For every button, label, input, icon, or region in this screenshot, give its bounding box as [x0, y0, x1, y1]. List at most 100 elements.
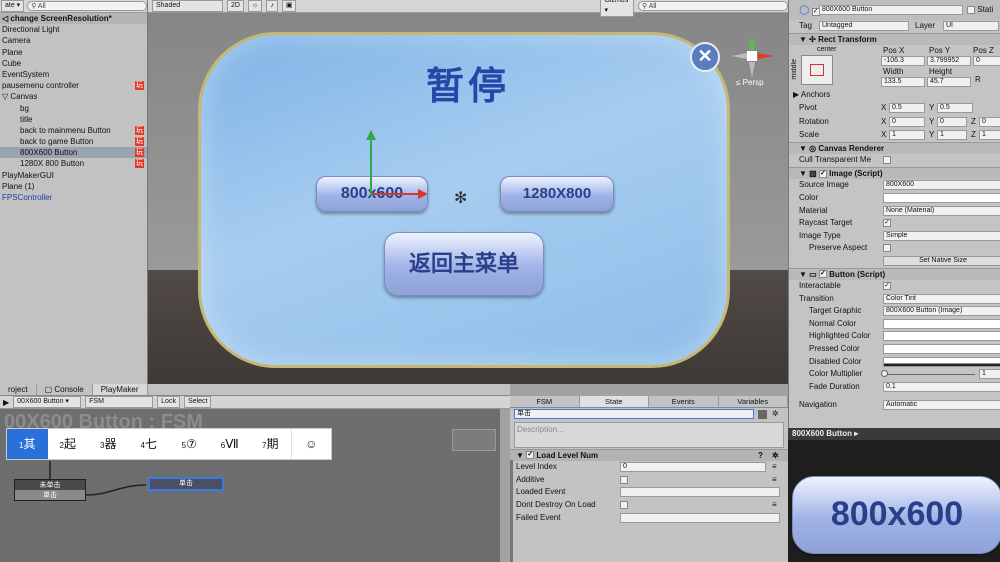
fsm-dropdown[interactable]: FSM [85, 396, 154, 408]
playmaker-badge-icon[interactable]: 玩 [135, 125, 144, 135]
fsm-graph[interactable]: 00X600 Button : FSM 1其 2起 3器 4七 5⑦ 6Ⅶ 7期 ☺ 未单击 … [0, 409, 500, 562]
button-back-to-mainmenu[interactable]: 返回主菜单 [384, 232, 544, 296]
scene-search[interactable]: ⚲ All [638, 1, 788, 11]
gizmos-dropdown[interactable]: Gizmos ▾ [600, 0, 634, 17]
tab-state[interactable]: State [579, 396, 649, 407]
hierarchy-item[interactable]: FPSController [0, 192, 147, 203]
description-field[interactable]: Description... [514, 421, 784, 448]
disabled-color-field[interactable] [883, 356, 1000, 367]
preview-title[interactable]: 800X600 Button ▸ [788, 428, 1000, 440]
audio-icon[interactable]: ♪ [266, 0, 278, 12]
cull-checkbox[interactable] [883, 156, 891, 165]
hierarchy-item[interactable]: 800X600 Button 玩 [0, 147, 147, 159]
rot-y-field[interactable]: 0 [937, 117, 967, 128]
state-node-clicked[interactable]: 单击 [148, 477, 224, 491]
hierarchy-item[interactable]: Plane [0, 47, 147, 58]
image-type-dropdown[interactable]: Simple [883, 230, 1000, 241]
layer-dropdown[interactable]: UI [943, 21, 999, 31]
anchors-foldout[interactable]: ▶ Anchors [789, 89, 1000, 102]
action-gear-icon[interactable]: ✲ [772, 450, 779, 462]
hierarchy-item[interactable]: Directional Light [0, 24, 147, 35]
target-graphic-field[interactable]: 800X600 Button (Image) [883, 306, 1000, 317]
raw-edit-button[interactable]: R [975, 75, 981, 84]
raycast-checkbox[interactable]: ✓ [883, 219, 891, 228]
loaded-event-dropdown[interactable] [620, 487, 780, 498]
pivot-x-field[interactable]: 0.5 [889, 102, 925, 113]
select-button[interactable]: Select [183, 396, 212, 408]
playmaker-badge-icon[interactable]: 玩 [135, 81, 144, 91]
failed-event-dropdown[interactable] [620, 512, 780, 523]
image-script-header[interactable]: ▼ ▨ ✓ Image (Script) [789, 166, 1000, 180]
posy-field[interactable]: 3.799952 [927, 56, 971, 67]
tag-dropdown[interactable]: Untagged [819, 21, 909, 31]
hierarchy-item[interactable]: Plane (1) [0, 181, 147, 192]
level-index-field[interactable]: 0 [620, 462, 766, 473]
canvas-renderer-header[interactable]: ▼ ◎ Canvas Renderer [789, 141, 1000, 155]
state-node-event[interactable]: 单击 [15, 490, 85, 500]
action-header[interactable]: ▼ ✓ Load Level Num? ✲ [510, 448, 788, 462]
source-image-field[interactable]: 800X600 [883, 180, 1000, 191]
hierarchy-item[interactable]: bg [0, 103, 147, 114]
tab-variables[interactable]: Variables [719, 396, 788, 407]
posx-field[interactable]: -106.3 [881, 56, 925, 67]
tab-fsm[interactable]: FSM [510, 396, 580, 407]
normal-color-field[interactable] [883, 318, 1000, 329]
fsm-object-dropdown[interactable]: 00X600 Button ▾ [13, 396, 82, 408]
tab-playmaker[interactable]: PlayMaker [92, 384, 148, 395]
rect-transform-header[interactable]: ▼ ✣ Rect Transform [789, 32, 1000, 46]
object-name-field[interactable]: 800X600 Button [819, 5, 963, 15]
hierarchy-item[interactable]: Cube [0, 58, 147, 69]
color-multiplier-field[interactable]: 1 [979, 369, 1000, 380]
scale-z-field[interactable]: 1 [979, 129, 1000, 140]
create-dropdown[interactable]: ate ▾ [1, 0, 25, 12]
static-checkbox[interactable]: Stati [967, 0, 993, 20]
dont-destroy-checkbox[interactable] [620, 500, 628, 509]
highlighted-color-field[interactable] [883, 331, 1000, 342]
anchor-preset-icon[interactable] [801, 55, 833, 86]
move-gizmo-x-axis[interactable] [372, 193, 422, 195]
set-native-size-button[interactable]: Set Native Size [883, 255, 1000, 266]
pressed-color-field[interactable] [883, 344, 1000, 355]
variable-toggle-icon[interactable]: ≡ [772, 474, 777, 486]
shading-dropdown[interactable]: Shaded [152, 0, 223, 12]
hierarchy-item[interactable]: title [0, 114, 147, 125]
color-field[interactable] [883, 192, 1000, 203]
scale-y-field[interactable]: 1 [937, 129, 967, 140]
hierarchy-item[interactable]: back to game Button 玩 [0, 136, 147, 147]
gear-icon[interactable]: ✲ [772, 408, 779, 420]
hierarchy-item[interactable]: back to mainmenu Button 玩 [0, 125, 147, 136]
navigation-dropdown[interactable]: Automatic [883, 400, 1000, 411]
playmaker-badge-icon[interactable]: 玩 [135, 159, 144, 169]
mode-2d-button[interactable]: 2D [226, 0, 244, 12]
move-gizmo-y-arrow-icon[interactable] [366, 130, 376, 140]
lighting-icon[interactable]: ☼ [247, 0, 263, 12]
button-1280x800[interactable]: 1280X800 [500, 176, 614, 212]
color-multiplier-slider[interactable] [883, 374, 975, 376]
move-gizmo-y-axis[interactable] [370, 132, 372, 196]
preserve-checkbox[interactable] [883, 244, 891, 253]
color-swatch[interactable] [758, 410, 767, 419]
pivot-y-field[interactable]: 0.5 [937, 102, 973, 113]
play-icon[interactable]: ▶ [3, 398, 9, 407]
posz-field[interactable]: 0 [973, 56, 1000, 67]
close-button[interactable]: ✕ [690, 42, 720, 72]
effects-icon[interactable]: ▣ [281, 0, 297, 12]
tab-project[interactable]: roject [0, 384, 37, 395]
transition-dropdown[interactable]: Color Tint [883, 293, 1000, 304]
slider-handle-icon[interactable] [881, 370, 888, 378]
hierarchy-search[interactable]: ⚲ All [27, 1, 147, 11]
hierarchy-item[interactable]: pausemenu controller 玩 [0, 80, 147, 91]
playmaker-badge-icon[interactable]: 玩 [135, 137, 144, 147]
fade-field[interactable]: 0.1 [883, 381, 1000, 392]
lock-button[interactable]: Lock [157, 396, 180, 408]
scene-view[interactable]: Shaded 2D ☼ ♪ ▣ Gizmos ▾ ⚲ All 暂停 800x60… [148, 0, 788, 384]
rot-z-field[interactable]: 0 [979, 117, 1000, 128]
hierarchy-item[interactable]: 1280X 800 Button 玩 [0, 158, 147, 169]
playmaker-badge-icon[interactable]: 玩 [135, 148, 144, 158]
move-gizmo-x-arrow-icon[interactable] [418, 189, 428, 199]
variable-toggle-icon[interactable]: ≡ [772, 499, 777, 511]
hierarchy-item[interactable]: PlayMakerGUI [0, 170, 147, 181]
scale-x-field[interactable]: 1 [889, 129, 925, 140]
tab-console[interactable]: ▢ Console [37, 384, 93, 395]
state-panel-scrollbar[interactable] [510, 460, 513, 562]
